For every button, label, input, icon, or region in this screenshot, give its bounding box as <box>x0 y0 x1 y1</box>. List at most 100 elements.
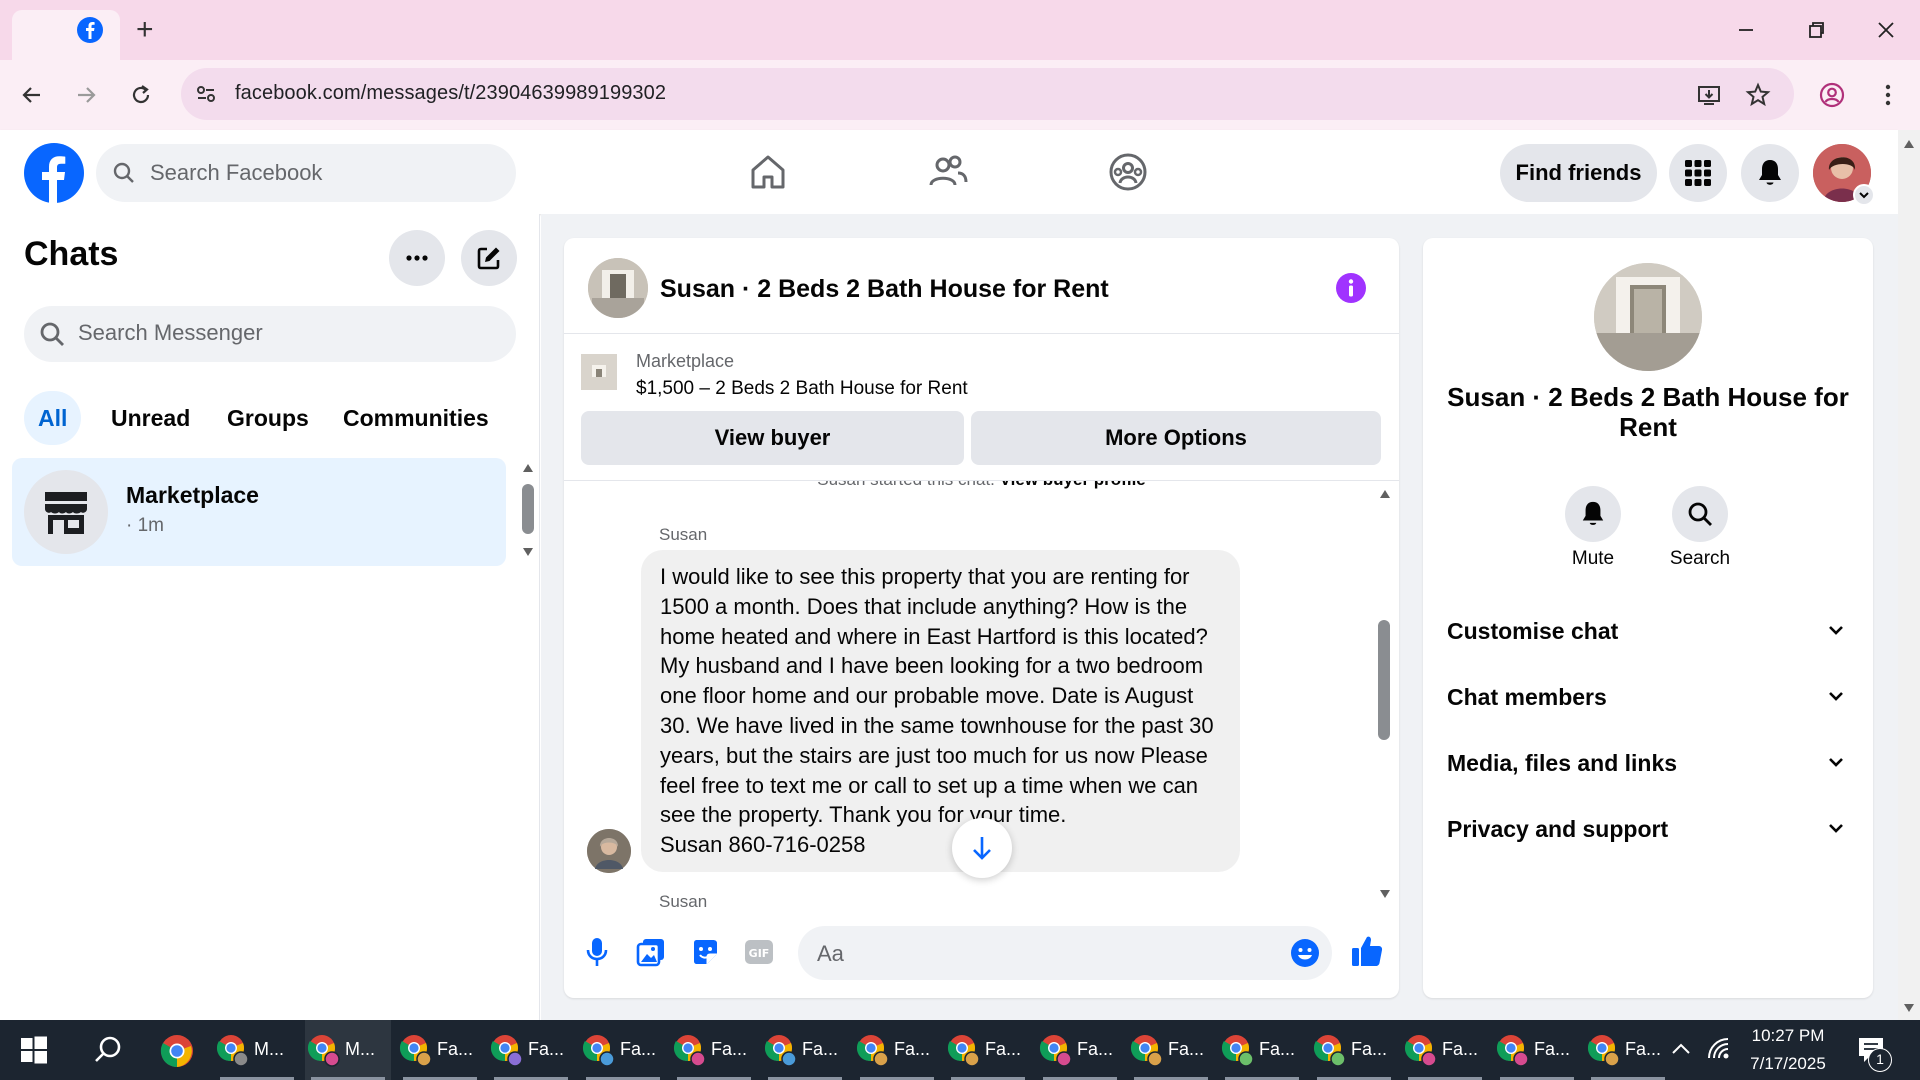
home-icon[interactable] <box>748 152 788 192</box>
sidebar-scrollbar-thumb[interactable] <box>522 484 534 534</box>
more-options-button[interactable]: More Options <box>971 411 1381 465</box>
conversation-scroll-down-icon[interactable] <box>1378 888 1392 900</box>
groups-icon[interactable] <box>1108 152 1148 192</box>
taskbar-chrome-window[interactable]: Fa... <box>488 1020 574 1080</box>
chevron-down-icon[interactable] <box>1824 816 1848 840</box>
page-scroll-down-icon[interactable] <box>1902 1002 1916 1014</box>
find-friends-button[interactable]: Find friends <box>1500 144 1657 202</box>
taskbar-chrome-window[interactable]: Fa... <box>397 1020 483 1080</box>
chrome-icon <box>1313 1033 1347 1067</box>
friends-icon[interactable] <box>928 152 968 192</box>
show-hidden-icons-chevron-icon[interactable] <box>1670 1040 1692 1058</box>
scroll-down-arrow-icon[interactable] <box>521 546 535 558</box>
taskbar-chrome-window[interactable]: Fa... <box>1311 1020 1397 1080</box>
close-window-icon[interactable] <box>1872 16 1900 44</box>
sender-avatar[interactable] <box>587 829 631 873</box>
filter-groups[interactable]: Groups <box>213 391 323 445</box>
chevron-down-icon[interactable] <box>1824 618 1848 642</box>
taskbar-chrome-window[interactable]: Fa... <box>580 1020 666 1080</box>
listing-price-title[interactable]: $1,500 – 2 Beds 2 Bath House for Rent <box>636 378 968 400</box>
facebook-logo-icon[interactable] <box>24 143 84 203</box>
taskbar-chrome-window[interactable]: M... <box>214 1020 300 1080</box>
privacy-support-section[interactable]: Privacy and support <box>1447 816 1668 843</box>
network-wifi-icon[interactable] <box>1706 1036 1732 1062</box>
taskbar-window-label: Fa... <box>1534 1039 1571 1059</box>
scroll-up-arrow-icon[interactable] <box>521 462 535 474</box>
photo-icon[interactable] <box>636 937 666 967</box>
page-scroll-up-icon[interactable] <box>1902 138 1916 150</box>
gif-icon[interactable]: GIF <box>744 938 774 966</box>
restore-window-icon[interactable] <box>1802 16 1830 44</box>
search-icon <box>38 320 66 348</box>
forward-arrow-icon[interactable] <box>72 81 100 109</box>
chat-members-section[interactable]: Chat members <box>1447 684 1607 711</box>
search-in-chat-button[interactable] <box>1672 486 1728 542</box>
new-message-button[interactable] <box>461 230 517 286</box>
taskbar-chrome-window[interactable]: Fa... <box>945 1020 1031 1080</box>
taskbar-chrome-window[interactable]: Fa... <box>1219 1020 1305 1080</box>
grid-menu-icon <box>1684 159 1712 187</box>
chat-options-button[interactable] <box>389 230 445 286</box>
notifications-button[interactable] <box>1741 144 1799 202</box>
filter-communities[interactable]: Communities <box>329 391 503 445</box>
page-scrollbar[interactable] <box>1898 130 1920 1020</box>
browser-tab-facebook[interactable] <box>12 10 120 60</box>
compose-icon <box>475 244 503 272</box>
chevron-down-icon[interactable] <box>1824 750 1848 774</box>
taskbar-chrome-window[interactable]: Fa... <box>854 1020 940 1080</box>
taskbar-chrome-window[interactable]: Fa... <box>1402 1020 1488 1080</box>
conversation-avatar[interactable] <box>588 258 648 318</box>
conversation-scrollbar-thumb[interactable] <box>1378 620 1390 740</box>
details-avatar[interactable] <box>1594 263 1702 371</box>
view-buyer-button[interactable]: View buyer <box>581 411 964 465</box>
sticker-icon[interactable] <box>690 937 720 967</box>
taskbar-search-icon[interactable] <box>92 1034 124 1066</box>
profile-icon[interactable] <box>1818 81 1846 109</box>
like-thumb-icon[interactable] <box>1350 934 1384 968</box>
marketplace-label: Marketplace <box>636 351 735 371</box>
taskbar-chrome-window[interactable]: M... <box>305 1020 391 1080</box>
windows-start-icon[interactable] <box>20 1036 48 1064</box>
chrome-icon <box>764 1033 798 1067</box>
message-input[interactable] <box>798 926 1332 980</box>
emoji-icon[interactable] <box>1290 938 1320 968</box>
minimize-window-icon[interactable] <box>1732 16 1760 44</box>
menu-button[interactable] <box>1669 144 1727 202</box>
taskbar-chrome-window[interactable]: Fa... <box>1037 1020 1123 1080</box>
taskbar-chrome-window[interactable]: Fa... <box>671 1020 757 1080</box>
taskbar-chrome-icon[interactable] <box>160 1034 194 1068</box>
back-arrow-icon[interactable] <box>18 81 46 109</box>
browser-menu-icon[interactable] <box>1874 81 1902 109</box>
conversation-info-icon[interactable] <box>1335 272 1367 304</box>
bell-icon <box>1756 158 1784 188</box>
taskbar-window-label: Fa... <box>528 1039 565 1059</box>
customise-chat-section[interactable]: Customise chat <box>1447 618 1618 645</box>
more-horizontal-icon <box>403 244 431 272</box>
microphone-icon[interactable] <box>586 936 608 968</box>
taskbar-chrome-window[interactable]: Fa... <box>762 1020 848 1080</box>
bookmark-star-icon[interactable] <box>1744 81 1772 109</box>
filter-all[interactable]: All <box>24 391 82 445</box>
taskbar-chrome-window[interactable]: Fa... <box>1494 1020 1580 1080</box>
conversation-scroll-up-icon[interactable] <box>1378 488 1392 500</box>
media-files-links-section[interactable]: Media, files and links <box>1447 750 1677 777</box>
scroll-to-bottom-button[interactable] <box>952 818 1012 878</box>
new-tab-button[interactable]: + <box>136 15 154 45</box>
taskbar-time[interactable]: 10:27 PM <box>1748 1026 1828 1046</box>
account-chevron-icon[interactable] <box>1853 184 1875 206</box>
taskbar-chrome-window[interactable]: Fa... <box>1128 1020 1214 1080</box>
taskbar-chrome-window[interactable]: Fa... <box>1585 1020 1671 1080</box>
chevron-down-icon[interactable] <box>1824 684 1848 708</box>
taskbar-window-label: Fa... <box>894 1039 931 1059</box>
url-text[interactable]: facebook.com/messages/t/2390463998919930… <box>235 82 666 105</box>
taskbar-window-label: Fa... <box>802 1039 839 1059</box>
search-icon <box>1686 500 1714 528</box>
next-message-sender: Susan <box>659 892 708 911</box>
reload-icon[interactable] <box>127 81 155 109</box>
install-app-icon[interactable] <box>1695 81 1723 109</box>
conversation-title[interactable]: Susan · 2 Beds 2 Bath House for Rent <box>660 275 1109 304</box>
mute-button[interactable] <box>1565 486 1621 542</box>
filter-unread[interactable]: Unread <box>97 391 204 445</box>
taskbar-date[interactable]: 7/17/2025 <box>1740 1054 1836 1074</box>
site-settings-icon[interactable] <box>192 80 220 108</box>
